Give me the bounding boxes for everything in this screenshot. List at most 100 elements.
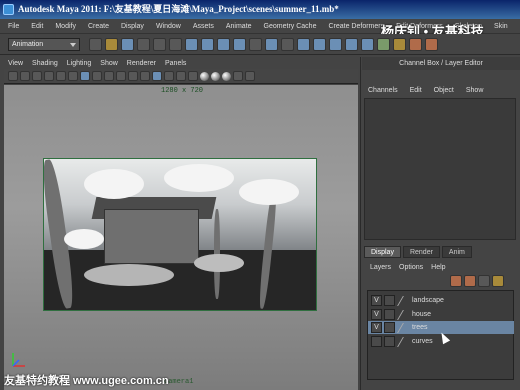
gate-mask-icon[interactable] xyxy=(92,71,102,81)
move-layer-up-icon[interactable] xyxy=(450,275,462,287)
menu-skin[interactable]: Skin xyxy=(494,23,508,30)
render-settings-icon[interactable] xyxy=(425,37,438,51)
maya-app-icon xyxy=(3,4,14,15)
menu-set-selector[interactable]: Animation xyxy=(8,37,80,51)
layer-color-icon[interactable] xyxy=(397,295,413,306)
smooth-shade-icon[interactable] xyxy=(152,71,162,81)
layer-color-icon[interactable] xyxy=(397,336,413,347)
channel-menu-show[interactable]: Show xyxy=(466,87,484,94)
menu-animate[interactable]: Animate xyxy=(226,23,252,30)
move-layer-down-icon[interactable] xyxy=(464,275,476,287)
textured-icon[interactable] xyxy=(188,71,198,81)
default-lighting-icon[interactable] xyxy=(200,71,209,81)
camera-attributes-icon[interactable] xyxy=(20,71,30,81)
channel-menu-edit[interactable]: Edit xyxy=(410,87,422,94)
channel-menu-channels[interactable]: Channels xyxy=(368,87,398,94)
ipr-render-icon[interactable] xyxy=(409,37,422,51)
menu-window[interactable]: Window xyxy=(156,23,181,30)
camera-select-icon[interactable] xyxy=(8,71,18,81)
grid-icon[interactable] xyxy=(56,71,66,81)
snap-curve-icon[interactable] xyxy=(313,37,326,51)
select-render-icon[interactable] xyxy=(281,37,294,51)
snap-point-icon[interactable] xyxy=(329,37,342,51)
layer-name: curves xyxy=(412,338,433,345)
save-scene-icon[interactable] xyxy=(121,37,134,51)
flat-shade-icon[interactable] xyxy=(164,71,174,81)
shadows-icon[interactable] xyxy=(222,71,231,81)
viewport-menu-shading[interactable]: Shading xyxy=(32,60,58,67)
menu-file[interactable]: File xyxy=(8,23,19,30)
bounding-box-icon[interactable] xyxy=(176,71,186,81)
layer-color-icon[interactable] xyxy=(397,309,413,320)
viewport-menu-show[interactable]: Show xyxy=(100,60,118,67)
menu-assets[interactable]: Assets xyxy=(193,23,214,30)
tab-anim[interactable]: Anim xyxy=(441,246,472,258)
grass-clump xyxy=(194,254,244,272)
layer-row-house[interactable]: V house xyxy=(368,308,514,321)
layer-visibility-toggle[interactable]: V xyxy=(371,322,382,333)
select-joint-icon[interactable] xyxy=(201,37,214,51)
bookmark-icon[interactable] xyxy=(32,71,42,81)
watermark-bottom: 友基特约教程 www.ugee.com.cn xyxy=(4,375,169,387)
select-dynamics-icon[interactable] xyxy=(265,37,278,51)
create-empty-layer-icon[interactable] xyxy=(478,275,490,287)
select-object-icon[interactable] xyxy=(153,37,166,51)
palm-fronds xyxy=(64,229,104,249)
viewport-menu-view[interactable]: View xyxy=(8,60,23,67)
isolate-select-icon[interactable] xyxy=(245,71,255,81)
layer-type-toggle[interactable] xyxy=(384,295,395,306)
channel-box-body xyxy=(364,98,516,240)
menu-edit[interactable]: Edit xyxy=(31,23,43,30)
resolution-gate-icon[interactable] xyxy=(80,71,90,81)
menu-display[interactable]: Display xyxy=(121,23,144,30)
layer-visibility-toggle[interactable] xyxy=(371,336,382,347)
film-gate-icon[interactable] xyxy=(68,71,78,81)
select-surface-icon[interactable] xyxy=(233,37,246,51)
layer-name: trees xyxy=(412,324,428,331)
menu-geometry-cache[interactable]: Geometry Cache xyxy=(264,23,317,30)
viewport-menu-lighting[interactable]: Lighting xyxy=(67,60,92,67)
viewport-menu-panels[interactable]: Panels xyxy=(165,60,186,67)
tab-display[interactable]: Display xyxy=(364,246,401,258)
menu-create-deformers[interactable]: Create Deformers xyxy=(328,23,384,30)
layer-menu-bar: Layers Options Help xyxy=(364,262,516,273)
layer-visibility-toggle[interactable]: V xyxy=(371,295,382,306)
select-handle-icon[interactable] xyxy=(185,37,198,51)
field-chart-icon[interactable] xyxy=(104,71,114,81)
select-deformation-icon[interactable] xyxy=(249,37,262,51)
layer-type-toggle[interactable] xyxy=(384,309,395,320)
history-icon[interactable] xyxy=(377,37,390,51)
new-scene-icon[interactable] xyxy=(89,37,102,51)
layer-visibility-toggle[interactable]: V xyxy=(371,309,382,320)
select-component-icon[interactable] xyxy=(169,37,182,51)
open-scene-icon[interactable] xyxy=(105,37,118,51)
layer-type-toggle[interactable] xyxy=(384,336,395,347)
menu-create[interactable]: Create xyxy=(88,23,109,30)
all-lights-icon[interactable] xyxy=(211,71,220,81)
perspective-viewport[interactable]: 1280 x 720 camera1 xyxy=(4,85,358,390)
render-frame-icon[interactable] xyxy=(393,37,406,51)
create-layer-from-selected-icon[interactable] xyxy=(492,275,504,287)
select-hierarchy-icon[interactable] xyxy=(137,37,150,51)
viewport-menu-renderer[interactable]: Renderer xyxy=(127,60,156,67)
layer-menu-help[interactable]: Help xyxy=(431,264,445,271)
layer-color-icon[interactable] xyxy=(397,322,413,333)
layer-menu-options[interactable]: Options xyxy=(399,264,423,271)
menu-modify[interactable]: Modify xyxy=(55,23,76,30)
layer-menu-layers[interactable]: Layers xyxy=(370,264,391,271)
safe-action-icon[interactable] xyxy=(116,71,126,81)
select-curve-icon[interactable] xyxy=(217,37,230,51)
wireframe-icon[interactable] xyxy=(140,71,150,81)
xray-icon[interactable] xyxy=(233,71,243,81)
snap-view-plane-icon[interactable] xyxy=(345,37,358,51)
snap-grid-icon[interactable] xyxy=(297,37,310,51)
layer-type-toggle[interactable] xyxy=(384,322,395,333)
make-live-icon[interactable] xyxy=(361,37,374,51)
tab-render[interactable]: Render xyxy=(402,246,440,258)
image-plane-icon[interactable] xyxy=(44,71,54,81)
layer-row-landscape[interactable]: V landscape xyxy=(368,294,514,307)
channel-menu-object[interactable]: Object xyxy=(434,87,454,94)
safe-title-icon[interactable] xyxy=(128,71,138,81)
channel-box-title: Channel Box / Layer Editor xyxy=(362,57,520,70)
status-line-toolbar: Animation xyxy=(0,34,520,55)
